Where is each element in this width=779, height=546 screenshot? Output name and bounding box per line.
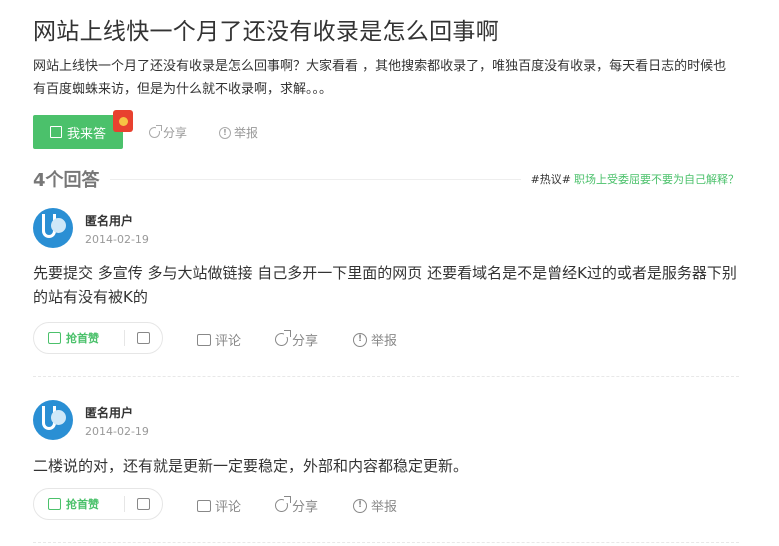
downvote-button[interactable] [125,323,162,353]
share-icon [275,330,291,346]
answer-report-button[interactable]: ! 举报 [353,330,397,349]
answer-divider [33,376,739,377]
thumb-up-icon [48,332,61,344]
share-icon [275,496,291,512]
report-label: 举报 [371,500,398,515]
answer-date: 2014-02-19 [85,425,149,438]
report-icon: ! [353,498,367,513]
report-label: 举报 [371,334,398,349]
upvote-button[interactable]: 抢首赞 [34,323,124,353]
answer-username[interactable]: 匿名用户 [85,404,133,421]
comment-icon [197,499,211,512]
comment-label: 评论 [215,334,242,349]
edit-icon [49,126,62,138]
red-packet-icon[interactable] [113,110,133,132]
vote-control: 抢首赞 [33,488,163,520]
vote-control: 抢首赞 [33,322,163,354]
question-description: 网站上线快一个月了还没有收录是怎么回事啊？大家看看 ，其他搜索都收录了，唯独百度… [33,59,727,97]
answer-date: 2014-02-19 [85,233,149,246]
comment-button[interactable]: 评论 [197,330,241,349]
hot-topic-tag: #热议# [530,173,571,186]
header-divider [109,178,521,180]
upvote-button[interactable]: 抢首赞 [34,489,124,519]
avatar[interactable] [33,208,73,248]
answer-divider [33,542,739,543]
thumb-down-icon [137,332,150,344]
question-report-link[interactable]: ! 举报 [219,124,258,141]
answer-share-button[interactable]: 分享 [275,330,318,349]
hot-topic-link[interactable]: 职场上受委屈要不要为自己解释？ [574,173,739,186]
answer-username[interactable]: 匿名用户 [85,212,133,229]
hot-topic[interactable]: #热议# 职场上受委屈要不要为自己解释？ [531,171,739,187]
comment-label: 评论 [215,500,242,515]
answer-text: 先要提交 多宣传 多与大站做链接 自己多开一下里面的网页 还要看域名是不是曾经K… [33,264,737,306]
downvote-button[interactable] [125,489,162,519]
answer-button[interactable]: 我来答 [33,115,123,149]
comment-icon [197,333,211,346]
answer-text: 二楼说的对，还有就是更新一定要稳定，外部和内容都稳定更新。 [33,457,469,475]
report-icon: ! [219,126,231,139]
question-title: 网站上线快一个月了还没有收录是怎么回事啊 [33,19,499,45]
avatar[interactable] [33,400,73,440]
comment-button[interactable]: 评论 [197,496,241,515]
upvote-label: 抢首赞 [66,498,99,511]
report-icon: ! [353,332,367,347]
share-icon [149,125,162,138]
question-report-label: 举报 [234,126,259,140]
share-label: 分享 [292,500,319,515]
answer-button-label: 我来答 [66,126,106,142]
thumb-down-icon [137,498,150,510]
answer-count: 4个回答 [33,170,100,191]
upvote-label: 抢首赞 [66,332,99,345]
answers-header: 4个回答 #热议# 职场上受委屈要不要为自己解释？ [33,167,739,191]
thumb-up-icon [48,498,61,510]
question-share-label: 分享 [163,126,188,140]
share-label: 分享 [292,334,319,349]
answer-share-button[interactable]: 分享 [275,496,318,515]
question-share-link[interactable]: 分享 [149,124,187,141]
answer-report-button[interactable]: ! 举报 [353,496,397,515]
